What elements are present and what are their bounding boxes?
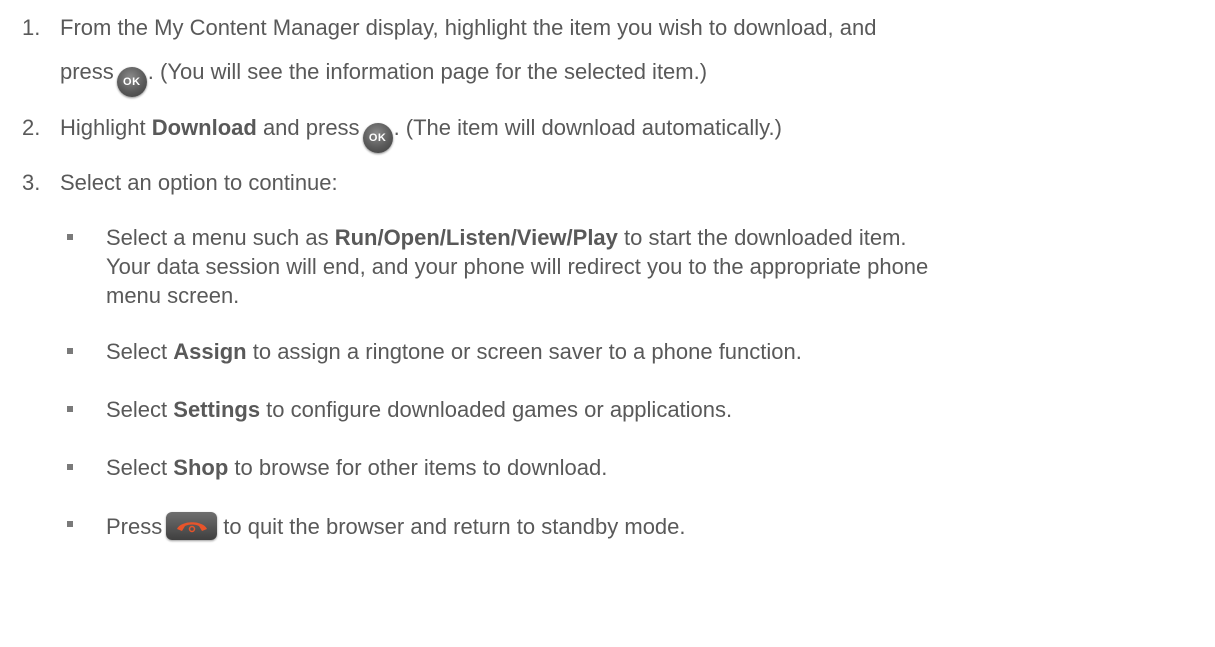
step-number: 3. [22,170,41,195]
option-shop: Select Shop to browse for other items to… [106,455,608,480]
step-number: 1. [22,15,41,40]
option-settings: Select Settings to configure downloaded … [106,397,733,422]
option-assign: Select Assign to assign a ringtone or sc… [106,339,802,364]
step-number: 2. [22,115,41,140]
ok-key-icon: OK [362,123,393,153]
ok-key-icon: OK [116,67,147,97]
bullet-icon [67,234,73,240]
option-press-end: Press to quit the browser and return to … [106,512,686,540]
bullet-icon [67,521,73,527]
step-2: 2. [22,115,40,141]
bullet-icon [67,464,73,470]
step-2-text: Highlight Download and press OK. (The ite… [60,115,782,153]
step-1-line-2: press OK. (You will see the information p… [60,59,707,97]
bullet-icon [67,406,73,412]
option-run-open-line-2: Your data session will end, and your pho… [106,254,929,279]
bullet-icon [67,348,73,354]
step-3: 3. [22,170,40,196]
option-run-open-line-3: menu screen. [106,283,240,308]
option-run-open: Select a menu such as Run/Open/Listen/Vi… [106,225,907,250]
step-1: 1. From the My Content Manager display, … [22,15,876,41]
menu-item-download: Download [151,115,257,140]
menu-item-settings: Settings [173,397,261,422]
step-3-text: Select an option to continue: [60,170,338,195]
menu-item-run-open-listen-view-play: Run/Open/Listen/View/Play [334,225,618,250]
step-1-line-1: From the My Content Manager display, hig… [60,15,877,40]
menu-item-assign: Assign [173,339,247,364]
end-call-key-icon [166,512,218,540]
menu-item-shop: Shop [173,455,229,480]
